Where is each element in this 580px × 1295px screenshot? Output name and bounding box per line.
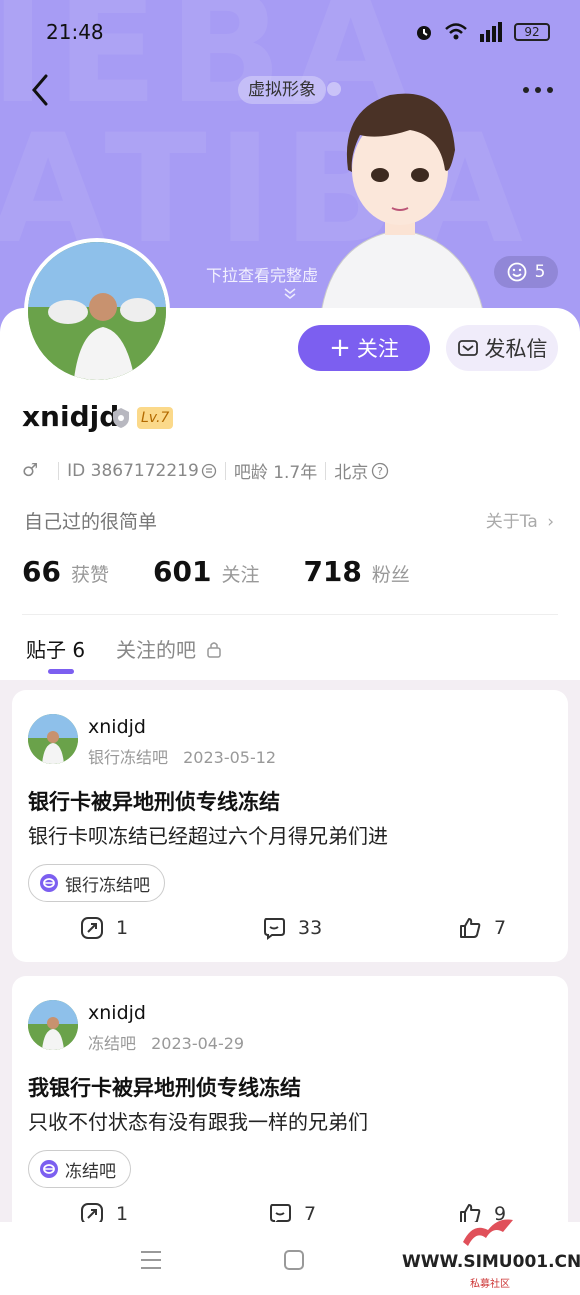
stat-label: 粉丝 xyxy=(371,564,410,586)
like-count: 7 xyxy=(494,917,507,939)
post-card[interactable]: xnidjd 银行冻结吧 2023-05-12 银行卡被异地刑侦专线冻结 银行卡… xyxy=(12,690,568,962)
share-icon xyxy=(81,917,103,939)
forum-name: 银行冻结吧 xyxy=(65,875,150,896)
avatar-photo xyxy=(28,714,78,764)
forum-name: 冻结吧 xyxy=(65,1161,116,1182)
post-avatar[interactable] xyxy=(28,1000,78,1050)
stat-following[interactable]: 601 关注 xyxy=(153,555,259,588)
thumbs-up-icon xyxy=(460,918,481,938)
comment-icon xyxy=(264,918,285,940)
post-date: 2023-05-12 xyxy=(183,748,277,767)
post-body: 只收不付状态有没有跟我一样的兄弟们 xyxy=(28,1110,368,1134)
like-count: 5 xyxy=(534,262,546,282)
svg-text:?: ? xyxy=(377,465,383,478)
virtual-avatar-character[interactable] xyxy=(300,80,500,320)
bar-age: 吧龄 1.7年 xyxy=(233,463,318,483)
watermark-logo xyxy=(463,1219,513,1246)
tab-followed-bars[interactable]: 关注的吧 xyxy=(116,634,222,663)
username: xnidjd xyxy=(22,400,120,433)
menu-icon[interactable] xyxy=(140,1250,162,1270)
stat-fans[interactable]: 718 粉丝 xyxy=(303,555,409,588)
divider xyxy=(224,461,226,480)
status-bar: 21:48 92 xyxy=(0,0,580,66)
divider xyxy=(325,461,327,480)
post-forum-tag[interactable]: 冻结吧 xyxy=(28,1150,131,1188)
post-title: 我银行卡被异地刑侦专线冻结 xyxy=(28,1076,301,1100)
lock-icon xyxy=(207,641,221,658)
profile-info-row: ♂ ID 3867172219 吧龄 1.7年 北京 ? xyxy=(22,458,389,483)
post-username[interactable]: xnidjd xyxy=(88,716,146,738)
message-label: 发私信 xyxy=(484,337,548,361)
post-body: 银行卡呗冻结已经超过六个月得兄弟们进 xyxy=(28,824,388,848)
pull-down-hint: 下拉查看完整虚 xyxy=(206,266,319,285)
avatar-photo xyxy=(28,1000,78,1050)
post-forum-tag[interactable]: 银行冻结吧 xyxy=(28,864,165,902)
battery-indicator: 92 xyxy=(514,23,550,41)
post-meta: 银行冻结吧 2023-05-12 xyxy=(88,744,276,768)
envelope-icon xyxy=(457,340,478,356)
bio-text: 自己过的很简单 xyxy=(24,511,158,533)
signal-icon xyxy=(480,22,502,42)
home-icon[interactable] xyxy=(284,1250,304,1270)
smile-icon xyxy=(507,262,526,282)
stat-number: 601 xyxy=(152,555,212,588)
post-card[interactable]: xnidjd 冻结吧 2023-04-29 我银行卡被异地刑侦专线冻结 只收不付… xyxy=(12,976,568,1248)
comment-button[interactable]: 33 xyxy=(262,916,322,940)
watermark-subtext: 私募社区 xyxy=(470,1279,510,1290)
share-button[interactable]: 1 xyxy=(80,916,128,940)
post-title: 银行卡被异地刑侦专线冻结 xyxy=(28,790,280,814)
user-id[interactable]: ID 3867172219 xyxy=(67,461,199,481)
follow-button[interactable]: + 关注 xyxy=(298,325,430,371)
stat-number: 66 xyxy=(22,555,61,588)
wifi-icon xyxy=(445,23,467,40)
post-actions: 1 33 7 xyxy=(12,916,568,946)
status-time: 21:48 xyxy=(46,20,104,44)
stats-row: 66 获赞 601 关注 718 粉丝 xyxy=(22,555,410,588)
stat-label: 关注 xyxy=(221,564,260,586)
post-avatar[interactable] xyxy=(28,714,78,764)
watermark-text: WWW.SIMU001.CN xyxy=(402,1252,580,1272)
more-icon[interactable] xyxy=(518,78,558,102)
gender-icon: ♂ xyxy=(22,460,39,481)
section-divider xyxy=(22,614,558,615)
back-icon[interactable] xyxy=(22,70,62,110)
watermark: WWW.SIMU001.CN 私募社区 xyxy=(402,1212,580,1292)
chevron-right-icon: › xyxy=(547,512,554,532)
copy-icon[interactable] xyxy=(201,463,217,479)
post-forum-meta: 银行冻结吧 xyxy=(88,748,169,767)
status-icons: 92 xyxy=(414,22,550,42)
tab-active-indicator xyxy=(48,669,74,674)
message-button[interactable]: 发私信 xyxy=(446,325,558,371)
like-badge[interactable]: 5 xyxy=(494,256,558,288)
post-forum-meta: 冻结吧 xyxy=(88,1034,137,1053)
forum-icon xyxy=(40,874,58,892)
post-meta: 冻结吧 2023-04-29 xyxy=(88,1030,244,1054)
stat-number: 718 xyxy=(303,555,362,588)
forum-icon xyxy=(40,1160,58,1178)
share-count: 1 xyxy=(116,917,129,939)
follow-label: 关注 xyxy=(356,337,399,361)
avatar[interactable] xyxy=(24,238,170,384)
divider xyxy=(58,461,60,480)
tab-posts[interactable]: 贴子 6 xyxy=(26,634,85,663)
stat-label: 获赞 xyxy=(70,564,109,586)
plus-icon: + xyxy=(329,333,351,363)
like-button[interactable]: 7 xyxy=(458,916,506,940)
stat-likes[interactable]: 66 获赞 xyxy=(22,555,109,588)
level-badge: Lv.7 xyxy=(137,407,174,429)
chevron-down-icon xyxy=(284,288,296,299)
post-username[interactable]: xnidjd xyxy=(88,1002,146,1024)
about-label: 关于Ta xyxy=(485,512,538,532)
location: 北京 xyxy=(334,463,369,483)
about-link[interactable]: 关于Ta › xyxy=(486,507,554,532)
alarm-icon xyxy=(417,26,431,40)
tab-label: 关注的吧 xyxy=(116,638,196,662)
post-date: 2023-04-29 xyxy=(151,1034,245,1053)
comment-count: 33 xyxy=(298,917,323,939)
shield-icon xyxy=(113,408,129,428)
help-icon[interactable]: ? xyxy=(371,462,389,480)
